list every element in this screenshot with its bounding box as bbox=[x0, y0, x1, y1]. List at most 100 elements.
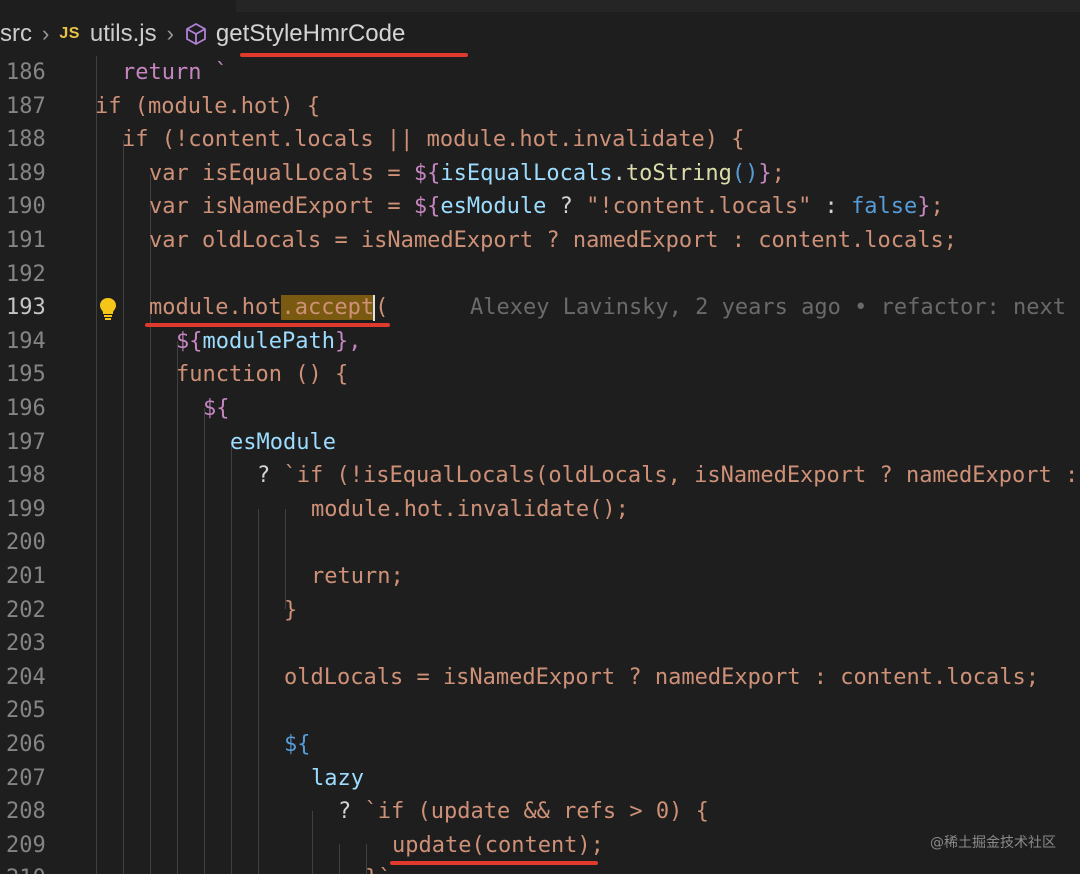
code-line[interactable]: 192 bbox=[0, 258, 1080, 292]
code-token: var bbox=[149, 194, 189, 220]
line-number: 192 bbox=[6, 261, 46, 287]
line-number: 206 bbox=[6, 732, 46, 757]
code-line[interactable]: 208 ? `if (update && refs > 0) { bbox=[0, 795, 1080, 829]
line-number: 199 bbox=[6, 496, 46, 522]
line-number: 190 bbox=[6, 194, 46, 220]
code-token: var bbox=[149, 228, 189, 253]
code-token: ( bbox=[375, 295, 389, 321]
line-number: 189 bbox=[6, 160, 46, 186]
code-text: ${ bbox=[203, 396, 230, 421]
code-line[interactable]: 194 ${modulePath}, bbox=[0, 325, 1080, 359]
code-text: update(content); bbox=[392, 832, 604, 858]
code-token: ; bbox=[771, 160, 785, 186]
line-number: 197 bbox=[6, 429, 46, 455]
code-token: toString bbox=[625, 160, 732, 186]
code-text: return; bbox=[311, 564, 404, 589]
line-number: 204 bbox=[6, 664, 46, 690]
chevron-right-icon: › bbox=[42, 21, 50, 46]
code-text: }` bbox=[365, 862, 392, 874]
code-line[interactable]: 210 }` bbox=[0, 862, 1080, 874]
code-line[interactable]: 191 var oldLocals = isNamedExport ? name… bbox=[0, 224, 1080, 258]
code-line[interactable]: 188 if (!content.locals || module.hot.in… bbox=[0, 123, 1080, 157]
breadcrumb-file-label: utils.js bbox=[89, 20, 157, 47]
code-token: false bbox=[851, 194, 918, 220]
code-line[interactable]: 206 ${ bbox=[0, 728, 1080, 762]
line-number: 195 bbox=[6, 362, 46, 388]
code-token: ? bbox=[257, 463, 284, 489]
code-line[interactable]: 209 update(content); bbox=[0, 829, 1080, 863]
line-number: 209 bbox=[6, 832, 46, 858]
code-text: } bbox=[284, 597, 298, 623]
code-line[interactable]: 195 function () { bbox=[0, 358, 1080, 392]
line-number: 200 bbox=[6, 530, 46, 556]
code-text: lazy bbox=[311, 765, 364, 791]
line-number: 201 bbox=[6, 564, 46, 589]
code-token: } bbox=[917, 194, 931, 220]
code-token: var bbox=[149, 160, 189, 186]
code-line[interactable]: 207 lazy bbox=[0, 762, 1080, 796]
line-number: 207 bbox=[6, 765, 46, 791]
line-number: 205 bbox=[6, 698, 46, 724]
code-token: ; bbox=[930, 194, 944, 220]
code-token: ${ bbox=[413, 160, 441, 186]
code-token: esModule bbox=[440, 194, 547, 220]
code-token: oldLocals = isNamedExport ? namedExport … bbox=[188, 228, 957, 253]
code-token-selected: .accept bbox=[281, 295, 375, 321]
line-number: 196 bbox=[6, 396, 46, 421]
code-line[interactable]: 204 oldLocals = isNamedExport ? namedExp… bbox=[0, 661, 1080, 695]
code-line[interactable]: 189 var isEqualLocals = ${isEqualLocals.… bbox=[0, 157, 1080, 191]
code-line[interactable]: 200 bbox=[0, 526, 1080, 560]
code-line[interactable]: 203 bbox=[0, 627, 1080, 661]
code-token: modulePath bbox=[202, 328, 335, 354]
breadcrumb-file[interactable]: JS utils.js bbox=[59, 20, 156, 48]
code-token: "!content.locals" bbox=[586, 194, 812, 220]
lightbulb-icon[interactable] bbox=[98, 297, 118, 321]
code-line[interactable]: 205 bbox=[0, 694, 1080, 728]
breadcrumb-symbol-label: getStyleHmrCode bbox=[215, 20, 406, 47]
code-line[interactable]: 196 ${ bbox=[0, 392, 1080, 426]
code-line[interactable]: 201 return; bbox=[0, 560, 1080, 594]
active-tab[interactable] bbox=[0, 0, 236, 12]
code-token: isEqualLocals = bbox=[188, 160, 414, 186]
code-token: `if (!isEqualLocals(oldLocals, isNamedEx… bbox=[283, 463, 1079, 489]
code-token: : bbox=[811, 194, 852, 220]
breadcrumb: src › JS utils.js › getStyleHmrCode bbox=[0, 14, 1080, 54]
code-token: } bbox=[758, 160, 772, 186]
line-number: 208 bbox=[6, 799, 46, 825]
code-token: isEqualLocals bbox=[440, 160, 613, 186]
code-line[interactable]: 190 var isNamedExport = ${esModule ? "!c… bbox=[0, 190, 1080, 224]
code-token: }, bbox=[334, 328, 362, 354]
code-token: . bbox=[612, 160, 626, 186]
line-number: 191 bbox=[6, 228, 46, 253]
code-line-active[interactable]: 193 module.hot.accept( Alexey Lavinsky, … bbox=[0, 291, 1080, 325]
code-line[interactable]: 198 ? `if (!isEqualLocals(oldLocals, isN… bbox=[0, 459, 1080, 493]
keyword-return: return ` bbox=[122, 60, 228, 85]
code-text: if (module.hot) { bbox=[95, 93, 321, 119]
watermark: @稀土掘金技术社区 bbox=[930, 835, 1056, 851]
code-text: ${ bbox=[284, 732, 311, 757]
chevron-right-icon: › bbox=[166, 21, 174, 46]
line-number: 188 bbox=[6, 127, 46, 153]
breadcrumb-symbol[interactable]: getStyleHmrCode bbox=[184, 20, 405, 48]
line-number: 210 bbox=[6, 862, 50, 874]
code-line[interactable]: 187 if (module.hot) { bbox=[0, 90, 1080, 124]
code-line[interactable]: 199 module.hot.invalidate(); bbox=[0, 493, 1080, 527]
git-blame-annotation: Alexey Lavinsky, 2 years ago • refactor:… bbox=[470, 295, 1067, 321]
code-line[interactable]: 202 } bbox=[0, 594, 1080, 628]
breadcrumb-folder[interactable]: src bbox=[0, 20, 32, 48]
line-number: 193 bbox=[6, 295, 46, 321]
line-number: 194 bbox=[6, 328, 46, 354]
code-line[interactable]: 197 esModule bbox=[0, 426, 1080, 460]
code-text: module.hot.invalidate(); bbox=[311, 496, 629, 522]
line-number: 187 bbox=[6, 93, 46, 119]
code-token: ${ bbox=[176, 328, 203, 354]
symbol-method-icon bbox=[186, 23, 206, 45]
tab-bar bbox=[0, 0, 1080, 12]
code-token: ${ bbox=[413, 194, 441, 220]
code-line[interactable]: 186 return ` bbox=[0, 56, 1080, 90]
line-number: 202 bbox=[6, 597, 46, 623]
code-text: function () { bbox=[176, 362, 349, 388]
code-token: () bbox=[731, 160, 759, 186]
code-text: esModule bbox=[230, 429, 336, 455]
code-editor[interactable]: 186 return ` 187 if (module.hot) { 188 i… bbox=[0, 56, 1080, 874]
